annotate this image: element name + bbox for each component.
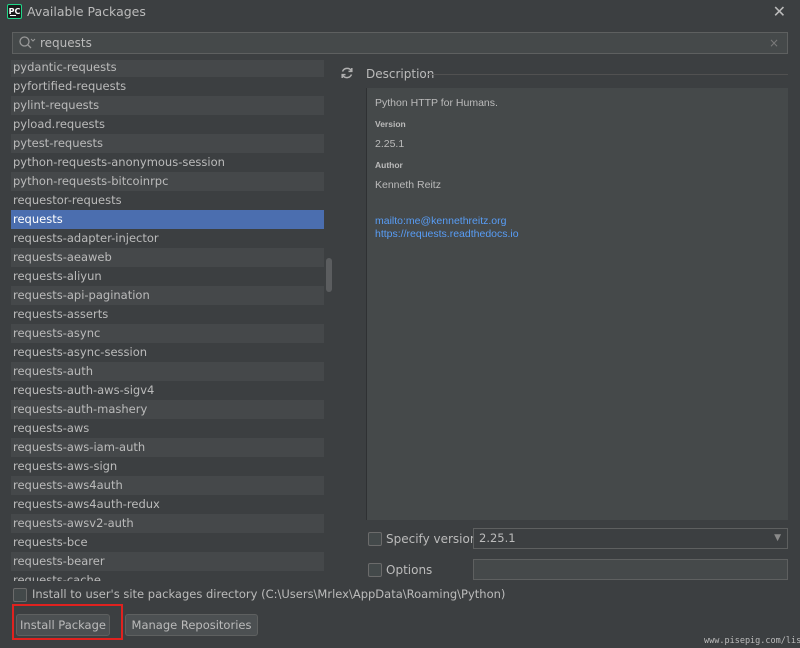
package-list-items: pydantic-requests pyfortified-requests pyl… [11,60,333,581]
package-list-item[interactable]: requests-auth-aws-sigv4 [11,381,333,400]
install-to-user-label: Install to user's site packages director… [32,587,506,601]
package-list-item[interactable]: python-requests-anonymous-session [11,153,333,172]
package-list-scrollbar[interactable] [324,60,334,581]
install-to-user-checkbox[interactable] [13,588,27,602]
package-list-item[interactable]: pyload.requests [11,115,333,134]
pycharm-app-icon: PC [7,4,22,19]
version-label: Version [375,119,406,129]
title-bar: PC Available Packages ✕ [0,0,800,24]
clear-search-icon[interactable]: × [765,36,783,50]
package-summary: Python HTTP for Humans. [375,97,498,109]
reload-list-icon[interactable] [338,64,356,82]
package-list-item[interactable]: python-requests-bitcoinrpc [11,172,333,191]
package-list-item[interactable]: requests-aliyun [11,267,333,286]
version-select[interactable]: 2.25.1 ▼ [473,528,788,549]
options-label: Options [386,563,433,577]
description-divider [428,74,788,75]
package-list-item[interactable]: requests-async [11,324,333,343]
package-list-item[interactable]: requests-api-pagination [11,286,333,305]
author-value: Kenneth Reitz [375,179,441,191]
package-list-item[interactable]: requests-adapter-injector [11,229,333,248]
author-label: Author [375,160,403,170]
specify-version-checkbox[interactable] [368,532,382,546]
search-input[interactable] [36,33,765,53]
chevron-down-icon: ▼ [774,533,781,543]
description-panel: Python HTTP for Humans. Version 2.25.1 A… [366,88,788,520]
options-checkbox[interactable] [368,563,382,577]
package-list-item[interactable]: requests-aws-sign [11,457,333,476]
package-list-item[interactable]: pydantic-requests [11,60,333,77]
docs-link[interactable]: https://requests.readthedocs.io [375,228,519,240]
package-list-item[interactable]: requests-aws4auth-redux [11,495,333,514]
package-list-item[interactable]: requests-auth-mashery [11,400,333,419]
package-list-item[interactable]: requests [11,210,333,229]
package-list-item[interactable]: requests-async-session [11,343,333,362]
window-title: Available Packages [27,4,146,19]
version-select-value: 2.25.1 [479,531,516,545]
watermark: www.pisepig.com/lisa [704,636,800,646]
manage-repositories-button[interactable]: Manage Repositories [125,614,258,636]
package-list-item[interactable]: requests-awsv2-auth [11,514,333,533]
package-list[interactable]: pydantic-requests pyfortified-requests pyl… [11,60,335,581]
package-list-item[interactable]: pytest-requests [11,134,333,153]
package-list-item[interactable]: requests-asserts [11,305,333,324]
version-value: 2.25.1 [375,138,405,150]
package-list-item[interactable]: requests-aeaweb [11,248,333,267]
available-packages-dialog: PC Available Packages ✕ × pydantic-reque… [0,0,800,648]
package-list-item[interactable]: requests-aws-iam-auth [11,438,333,457]
scrollbar-thumb[interactable] [326,258,332,292]
package-list-item[interactable]: requests-aws [11,419,333,438]
install-package-button[interactable]: Install Package [16,614,110,636]
author-email-link[interactable]: mailto:me@kennethreitz.org [375,215,506,227]
package-list-item[interactable]: pyfortified-requests [11,77,333,96]
package-list-item[interactable]: requests-auth [11,362,333,381]
package-list-item[interactable]: requests-aws4auth [11,476,333,495]
package-list-item[interactable]: requests-bearer [11,552,333,571]
search-icon[interactable] [18,35,36,51]
specify-version-label: Specify version [386,532,478,546]
package-list-item[interactable]: requestor-requests [11,191,333,210]
package-list-item[interactable]: requests-cache [11,571,333,581]
package-list-item[interactable]: requests-bce [11,533,333,552]
options-input[interactable] [473,559,788,580]
package-search: × [12,32,788,54]
description-header: Description [366,67,435,81]
close-icon[interactable]: ✕ [773,2,786,21]
package-list-item[interactable]: pylint-requests [11,96,333,115]
